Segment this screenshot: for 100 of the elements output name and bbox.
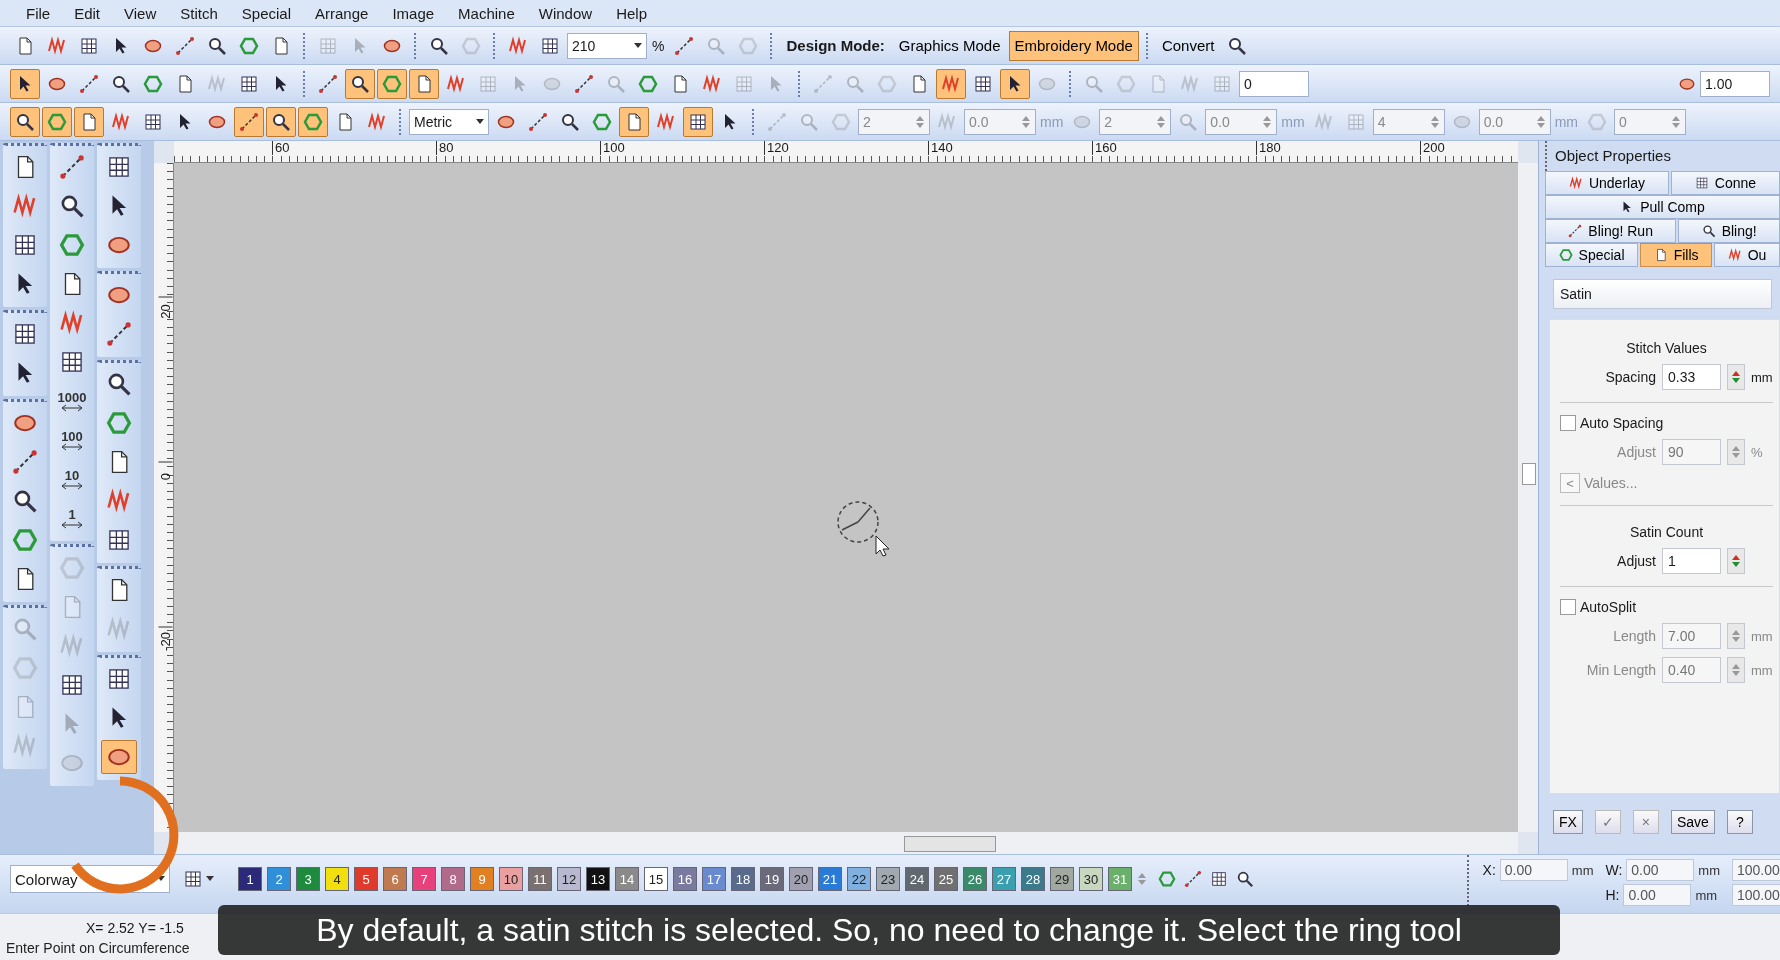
caret-icon [157,876,165,882]
hexagon-icon [1558,248,1573,262]
panel-button[interactable]: Save [1670,810,1715,834]
color-swatch[interactable]: 20 [789,867,813,891]
tab[interactable]: Bling! Run [1545,219,1677,243]
menu-item[interactable]: Image [380,4,447,22]
dropdown[interactable]: 210 [567,32,647,59]
input-field[interactable]: 0.00 [1623,884,1692,906]
scroll-thumb[interactable] [904,836,996,852]
unit-label: mm [1751,369,1773,385]
section-heading: Satin Count [1628,523,1705,540]
color-swatch[interactable]: 29 [1050,867,1074,891]
input-field[interactable]: 100.00 [1732,859,1780,881]
color-swatch[interactable]: 10 [499,867,523,891]
input-field[interactable]: 1.00 [1700,70,1770,97]
color-swatch[interactable]: 11 [528,867,552,891]
panel-button[interactable]: ? [1726,810,1753,834]
input-field[interactable]: 1 [1662,548,1721,574]
tab[interactable]: Pull Comp [1545,195,1780,219]
ruler-label: 100 [600,141,625,155]
checkbox[interactable] [1560,415,1576,431]
checkbox[interactable] [1560,599,1576,615]
color-swatch[interactable]: 16 [673,867,697,891]
tab[interactable]: Special [1545,243,1639,267]
color-swatch[interactable]: 30 [1079,867,1103,891]
tab[interactable]: Bling! [1678,219,1780,243]
input-field[interactable]: 0.00 [1499,859,1568,881]
color-swatch[interactable]: 5 [354,867,378,891]
color-swatch[interactable]: 4 [325,867,349,891]
video-caption: By default, a satin stitch is selected. So, no need to change it. Select the ring tool [316,911,1462,949]
input-field[interactable]: 0.33 [1662,364,1721,390]
line-icon [1568,224,1583,238]
mode-button[interactable]: Embroidery Mode [1008,30,1139,61]
input-field[interactable]: 0 [1239,70,1309,97]
step-button[interactable]: 10 [54,462,90,496]
color-swatch[interactable]: 26 [963,867,987,891]
menu-item[interactable]: File [14,4,63,22]
color-swatch[interactable]: 18 [731,867,755,891]
ruler-label: 200 [1420,141,1445,155]
spinner-icon[interactable] [1731,628,1741,644]
step-button[interactable]: 1 [54,501,90,535]
double-arrow-icon [61,403,83,412]
menu-item[interactable]: Arrange [303,4,381,22]
field-label: H: [1605,887,1620,903]
unit-label: mm [1751,662,1773,678]
mode-button[interactable]: Graphics Mode [892,30,1007,61]
color-swatch[interactable]: 13 [586,867,610,891]
tab[interactable]: Fills [1640,243,1713,267]
input-field[interactable]: 0.00 [1626,859,1695,881]
menu-item[interactable]: Help [604,4,659,22]
color-swatch[interactable]: 3 [296,867,320,891]
input-field[interactable]: 100.00 [1732,884,1780,906]
tab[interactable]: Underlay [1545,171,1669,195]
spinner-icon[interactable] [1731,662,1741,678]
scroll-thumb[interactable] [1522,463,1536,485]
color-swatch[interactable]: 15 [644,867,668,891]
color-swatch[interactable]: 19 [760,867,784,891]
color-swatch[interactable]: 25 [934,867,958,891]
color-swatch[interactable]: 21 [818,867,842,891]
color-swatch[interactable]: 24 [905,867,929,891]
spinner-icon[interactable] [1731,369,1741,385]
tab[interactable]: Conne [1670,171,1780,195]
label: % [651,37,666,54]
color-swatch[interactable]: 22 [847,867,871,891]
unit-label: % [1751,444,1764,460]
unit-label: mm [1571,862,1594,878]
spinner-icon[interactable] [1137,871,1147,887]
convert-button[interactable]: Convert [1155,30,1221,61]
label: Design Mode: [785,37,886,54]
caret-icon [476,118,484,125]
zigzag-icon [1727,248,1742,262]
field-label: Min Length [1585,662,1656,678]
step-button[interactable]: 100 [54,423,90,457]
caret-icon [634,42,642,49]
color-swatch[interactable]: 23 [876,867,900,891]
field-label: Length [1612,628,1656,644]
ruler-label: -20 [158,626,173,654]
menu-item[interactable]: Edit [62,4,113,22]
menu-item[interactable]: Special [229,4,303,22]
dropdown[interactable]: Satin [1553,279,1772,309]
color-swatch[interactable]: 8 [441,867,465,891]
ruler-label: 60 [272,141,290,155]
color-swatch[interactable]: 28 [1021,867,1045,891]
unit-label: mm [1553,113,1579,130]
step-button[interactable]: 1000 [54,384,90,418]
panel-button[interactable]: FX [1553,810,1583,834]
menu-item[interactable]: Window [526,4,605,22]
spinner-icon[interactable] [1731,444,1741,460]
hexagon-icon [1158,870,1176,888]
color-swatch[interactable]: 12 [557,867,581,891]
menu-item[interactable]: Machine [446,4,527,22]
tab[interactable]: Ou [1714,243,1780,267]
color-swatch[interactable]: 7 [412,867,436,891]
section-heading: Stitch Values [1625,339,1708,356]
checkbox-label: Auto Spacing [1580,415,1664,431]
menu-item[interactable]: Stitch [168,4,230,22]
spinner-icon[interactable] [1731,553,1741,569]
menu-item[interactable]: View [112,4,169,22]
dropdown[interactable]: Metric [409,108,489,135]
color-swatch[interactable]: 1 [238,867,262,891]
